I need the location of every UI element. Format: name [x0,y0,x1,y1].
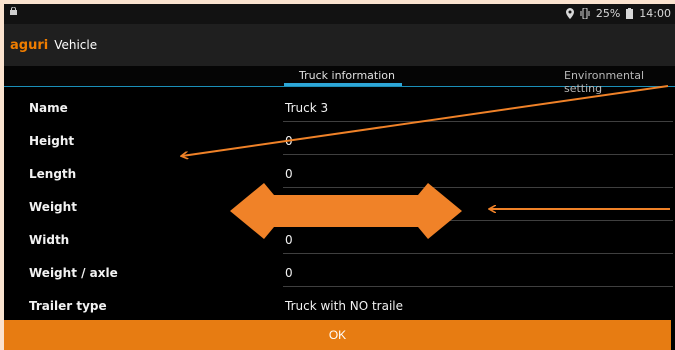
height-input[interactable]: 0 [285,134,293,148]
field-row-weight: Weight [4,192,675,224]
width-input[interactable]: 0 [285,233,293,247]
length-input[interactable]: 0 [285,167,293,181]
field-row-weight-axle: Weight / axle 0 [4,258,675,290]
field-label: Weight [29,200,77,214]
app-bar: aguri Vehicle [4,24,675,66]
field-label: Trailer type [29,299,107,313]
vibrate-icon [580,8,590,19]
app-logo[interactable]: aguri [10,38,48,53]
lock-icon [10,7,17,15]
tab-truck-information[interactable]: Truck information [299,69,395,82]
battery-icon [626,8,634,19]
app-title: Vehicle [54,38,98,52]
input-underline [283,220,673,221]
battery-level: 25% [595,7,621,20]
field-label: Length [29,167,77,181]
field-row-height: Height 0 [4,126,675,158]
field-row-length: Length 0 [4,159,675,191]
input-underline [283,286,673,287]
field-label: Width [29,233,70,247]
field-row-name: Name Truck 3 [4,93,675,125]
field-row-trailer-type: Trailer type Truck with NO traile [4,291,675,323]
input-underline [283,121,673,122]
field-label: Name [29,101,68,115]
field-label: Weight / axle [29,266,118,280]
trailer-type-select[interactable]: Truck with NO traile [285,299,403,313]
tab-environmental-setting[interactable]: Environmental setting [564,69,675,95]
name-input[interactable]: Truck 3 [285,101,328,115]
active-tab-indicator [284,83,402,86]
weight-axle-input[interactable]: 0 [285,266,293,280]
ok-button[interactable]: OK [4,320,671,350]
input-underline [283,187,673,188]
status-bar: 25% 14:00 [4,4,675,24]
status-time: 14:00 [639,7,671,20]
location-icon [565,8,574,19]
field-label: Height [29,134,75,148]
field-row-width: Width 0 [4,225,675,257]
tab-bar: Truck information Environmental setting [4,66,675,95]
app-frame: 25% 14:00 aguri Vehicle Truck informatio… [4,4,675,350]
input-underline [283,253,673,254]
input-underline [283,154,673,155]
